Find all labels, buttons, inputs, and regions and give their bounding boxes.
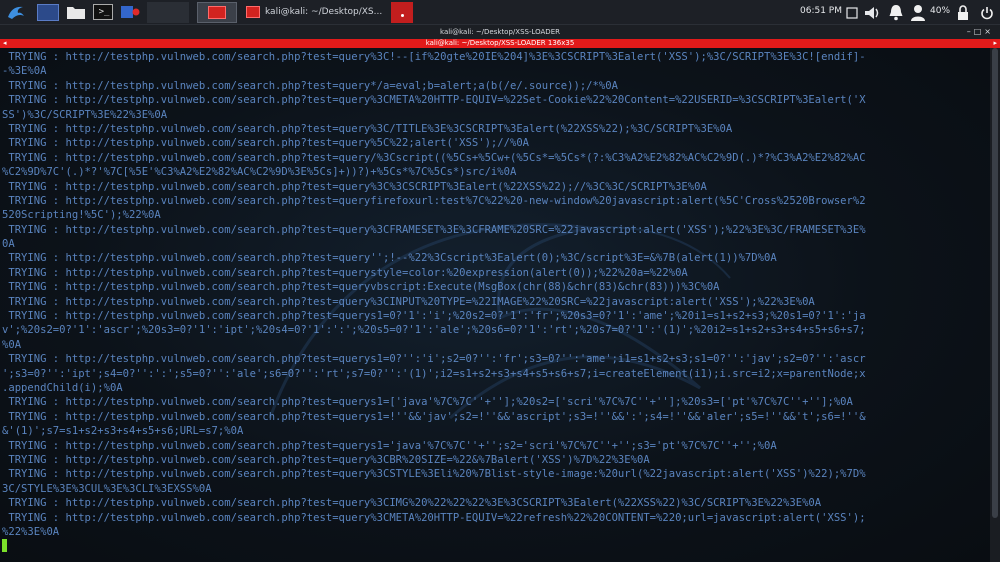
terminal-line: v';%20s2=0?'1':'ascr';%20s3=0?'1':'ipt';… [2,324,866,337]
notification-bell-icon[interactable] [887,2,905,23]
window-title: kali@kali: ~/Desktop/XSS-LOADER [440,28,560,36]
terminal-line: ';s3=0?'':'ipt';s4=0?'':':';s5=0?'':'ale… [2,367,866,380]
top-panel: >_ kali@kali: ~/Desktop/XS... 06:51 PM 4… [0,0,1000,25]
terminal-line: &'(1)';s7=s1+s2+s3+s4+s5+s6;URL=s7;%0A [2,425,244,438]
terminal-tab-title[interactable]: kali@kali: ~/Desktop/XSS-LOADER 136x35 [426,39,575,47]
terminal-line: TRYING : http://testphp.vulnweb.com/sear… [2,51,866,63]
close-icon[interactable]: × [984,27,994,36]
minimize-icon[interactable]: – [967,27,974,36]
tab-scroll-left-icon[interactable]: ◂ [3,39,7,48]
terminal-window-icon [208,5,226,19]
taskbar-item-red[interactable] [391,1,414,23]
terminal-line: TRYING : http://testphp.vulnweb.com/sear… [2,410,866,423]
clock[interactable]: 06:51 PM [800,6,842,16]
taskbar-item-terminal[interactable]: kali@kali: ~/Desktop/XS... [241,2,387,23]
terminal-scrollbar[interactable] [990,48,1000,562]
screen-recorder-icon[interactable] [119,4,141,20]
terminal-line: %C2%9D%7C'(.)*?'%7C[%5E'%C3%A2%E2%82%AC%… [2,166,517,179]
terminal-line: TRYING : http://testphp.vulnweb.com/sear… [2,180,707,193]
terminal-line: TRYING : http://testphp.vulnweb.com/sear… [2,511,866,524]
window-titlebar[interactable]: kali@kali: ~/Desktop/XSS-LOADER –□× [0,25,1000,39]
terminal-cursor [2,539,7,553]
lock-icon[interactable] [956,2,970,23]
terminal-line: TRYING : http://testphp.vulnweb.com/sear… [2,310,866,323]
screen-icon[interactable] [845,2,859,23]
terminal-line: TRYING : http://testphp.vulnweb.com/sear… [2,252,777,265]
maximize-icon[interactable]: □ [974,27,985,36]
scrollbar-thumb[interactable] [992,48,998,518]
terminal-line: TRYING : http://testphp.vulnweb.com/sear… [2,453,650,466]
dot-icon [400,13,404,17]
tab-scroll-right-icon[interactable]: ▸ [993,39,997,48]
terminal-window-icon [246,6,260,18]
workspace-1-button[interactable] [37,3,59,21]
terminal-line: 3C/STYLE%3E%3CUL%3E%3CLI%3EXSS%0A [2,482,212,495]
terminal-line: TRYING : http://testphp.vulnweb.com/sear… [2,295,815,308]
terminal-line [2,539,988,553]
terminal-line: TRYING : http://testphp.vulnweb.com/sear… [2,396,853,409]
terminal-line: TRYING : http://testphp.vulnweb.com/sear… [2,468,866,481]
terminal-tab-bar: ◂ kali@kali: ~/Desktop/XSS-LOADER 136x35… [0,39,1000,48]
workspace-switcher[interactable] [147,1,189,23]
window-controls: –□× [967,25,994,39]
terminal-line: TRYING : http://testphp.vulnweb.com/sear… [2,281,720,294]
terminal-line: TRYING : http://testphp.vulnweb.com/sear… [2,353,866,366]
taskbar-item-label: kali@kali: ~/Desktop/XS... [265,7,383,17]
terminal-line: TRYING : http://testphp.vulnweb.com/sear… [2,79,618,92]
terminal-line: .appendChild(i);%0A [2,381,123,394]
terminal-line: TRYING : http://testphp.vulnweb.com/sear… [2,151,866,164]
kali-menu-icon[interactable] [3,2,29,23]
terminal-line: SS')%3C/SCRIPT%3E%22%3E%0A [2,108,168,121]
terminal-lines: TRYING : http://testphp.vulnweb.com/sear… [2,50,988,554]
terminal-launcher-icon[interactable]: >_ [93,4,113,20]
terminal-line: TRYING : http://testphp.vulnweb.com/sear… [2,122,733,135]
power-icon[interactable] [979,2,995,23]
terminal-line: TRYING : http://testphp.vulnweb.com/sear… [2,94,866,107]
user-icon[interactable] [909,2,927,23]
terminal-line: %0A [2,338,22,351]
terminal-line: TRYING : http://testphp.vulnweb.com/sear… [2,137,530,150]
file-manager-icon[interactable] [65,4,87,21]
terminal-line: TRYING : http://testphp.vulnweb.com/sear… [2,194,866,207]
terminal-line: 0A [2,238,15,251]
terminal-line: %22%3E%0A [2,525,60,538]
terminal-output[interactable]: TRYING : http://testphp.vulnweb.com/sear… [0,48,990,562]
terminal-line: 520Scripting!%5C');%22%0A [2,209,161,222]
terminal-line: TRYING : http://testphp.vulnweb.com/sear… [2,497,822,510]
terminal-line: TRYING : http://testphp.vulnweb.com/sear… [2,439,777,452]
terminal-line: TRYING : http://testphp.vulnweb.com/sear… [2,266,688,279]
volume-icon[interactable] [862,2,884,23]
terminal-line: TRYING : http://testphp.vulnweb.com/sear… [2,223,866,236]
taskbar-item-active[interactable] [197,1,237,23]
terminal-line: -%3E%0A [2,65,47,78]
battery-level: 40% [930,6,951,16]
